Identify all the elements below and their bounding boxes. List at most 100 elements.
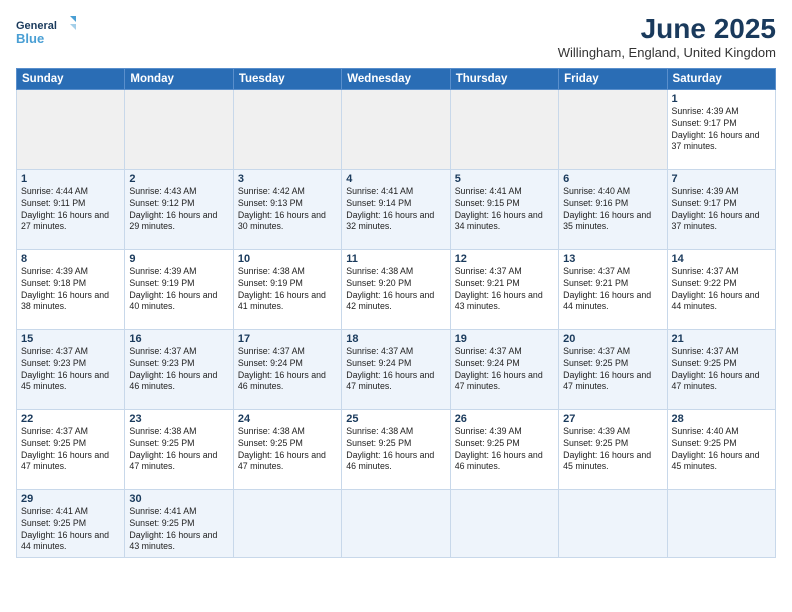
- day-info: Sunrise: 4:37 AMSunset: 9:25 PMDaylight:…: [672, 346, 771, 394]
- table-row: 24Sunrise: 4:38 AMSunset: 9:25 PMDayligh…: [233, 409, 341, 489]
- day-number: 25: [346, 413, 445, 425]
- day-info: Sunrise: 4:44 AMSunset: 9:11 PMDaylight:…: [21, 186, 120, 234]
- table-row: [450, 489, 558, 557]
- table-row: [233, 489, 341, 557]
- table-row: 7Sunrise: 4:39 AMSunset: 9:17 PMDaylight…: [667, 169, 775, 249]
- day-number: 10: [238, 253, 337, 265]
- table-row: 3Sunrise: 4:42 AMSunset: 9:13 PMDaylight…: [233, 169, 341, 249]
- table-row: 29Sunrise: 4:41 AMSunset: 9:25 PMDayligh…: [17, 489, 125, 557]
- day-number: 13: [563, 253, 662, 265]
- logo: General Blue: [16, 14, 76, 50]
- table-row: [667, 489, 775, 557]
- day-info: Sunrise: 4:37 AMSunset: 9:24 PMDaylight:…: [455, 346, 554, 394]
- calendar-week-row: 22Sunrise: 4:37 AMSunset: 9:25 PMDayligh…: [17, 409, 776, 489]
- table-row: [559, 489, 667, 557]
- table-row: 4Sunrise: 4:41 AMSunset: 9:14 PMDaylight…: [342, 169, 450, 249]
- day-number: 20: [563, 333, 662, 345]
- day-info: Sunrise: 4:38 AMSunset: 9:25 PMDaylight:…: [238, 426, 337, 474]
- month-year: June 2025: [558, 14, 776, 45]
- day-number: 2: [129, 173, 228, 185]
- table-row: 12Sunrise: 4:37 AMSunset: 9:21 PMDayligh…: [450, 249, 558, 329]
- day-info: Sunrise: 4:38 AMSunset: 9:25 PMDaylight:…: [346, 426, 445, 474]
- table-row: 1Sunrise: 4:39 AMSunset: 9:17 PMDaylight…: [667, 89, 775, 169]
- day-info: Sunrise: 4:39 AMSunset: 9:17 PMDaylight:…: [672, 106, 771, 154]
- calendar-week-row: 8Sunrise: 4:39 AMSunset: 9:18 PMDaylight…: [17, 249, 776, 329]
- day-info: Sunrise: 4:41 AMSunset: 9:14 PMDaylight:…: [346, 186, 445, 234]
- table-row: [17, 89, 125, 169]
- table-row: 23Sunrise: 4:38 AMSunset: 9:25 PMDayligh…: [125, 409, 233, 489]
- day-info: Sunrise: 4:37 AMSunset: 9:23 PMDaylight:…: [21, 346, 120, 394]
- table-row: [342, 89, 450, 169]
- day-number: 16: [129, 333, 228, 345]
- header: General Blue June 2025 Willingham, Engla…: [16, 14, 776, 60]
- page: General Blue June 2025 Willingham, Engla…: [0, 0, 792, 612]
- calendar-table: Sunday Monday Tuesday Wednesday Thursday…: [16, 68, 776, 558]
- day-info: Sunrise: 4:38 AMSunset: 9:19 PMDaylight:…: [238, 266, 337, 314]
- day-number: 22: [21, 413, 120, 425]
- day-number: 5: [455, 173, 554, 185]
- table-row: 9Sunrise: 4:39 AMSunset: 9:19 PMDaylight…: [125, 249, 233, 329]
- table-row: [450, 89, 558, 169]
- day-number: 28: [672, 413, 771, 425]
- day-info: Sunrise: 4:37 AMSunset: 9:23 PMDaylight:…: [129, 346, 228, 394]
- day-number: 9: [129, 253, 228, 265]
- table-row: 26Sunrise: 4:39 AMSunset: 9:25 PMDayligh…: [450, 409, 558, 489]
- day-number: 23: [129, 413, 228, 425]
- day-info: Sunrise: 4:41 AMSunset: 9:25 PMDaylight:…: [129, 506, 228, 554]
- day-number: 11: [346, 253, 445, 265]
- day-number: 27: [563, 413, 662, 425]
- table-row: 8Sunrise: 4:39 AMSunset: 9:18 PMDaylight…: [17, 249, 125, 329]
- calendar-week-row: 29 Sunrise: 4:41 AMSunset: 9:25 PMDayligh…: [17, 489, 776, 557]
- day-info: Sunrise: 4:42 AMSunset: 9:13 PMDaylight:…: [238, 186, 337, 234]
- day-info: Sunrise: 4:37 AMSunset: 9:25 PMDaylight:…: [21, 426, 120, 474]
- location: Willingham, England, United Kingdom: [558, 45, 776, 60]
- calendar-week-row: 1Sunrise: 4:39 AMSunset: 9:17 PMDaylight…: [17, 89, 776, 169]
- day-number: 3: [238, 173, 337, 185]
- day-info: Sunrise: 4:37 AMSunset: 9:21 PMDaylight:…: [455, 266, 554, 314]
- day-number: 7: [672, 173, 771, 185]
- table-row: 1Sunrise: 4:44 AMSunset: 9:11 PMDaylight…: [17, 169, 125, 249]
- day-info: Sunrise: 4:43 AMSunset: 9:12 PMDaylight:…: [129, 186, 228, 234]
- col-sunday: Sunday: [17, 68, 125, 89]
- day-number: 1: [672, 93, 771, 105]
- table-row: [233, 89, 341, 169]
- table-row: 5Sunrise: 4:41 AMSunset: 9:15 PMDaylight…: [450, 169, 558, 249]
- day-number: 21: [672, 333, 771, 345]
- table-row: 16Sunrise: 4:37 AMSunset: 9:23 PMDayligh…: [125, 329, 233, 409]
- day-number: 19: [455, 333, 554, 345]
- logo-svg: General Blue: [16, 14, 76, 50]
- table-row: 13Sunrise: 4:37 AMSunset: 9:21 PMDayligh…: [559, 249, 667, 329]
- day-number: 24: [238, 413, 337, 425]
- day-number: 26: [455, 413, 554, 425]
- day-number: 1: [21, 173, 120, 185]
- svg-text:Blue: Blue: [16, 31, 44, 46]
- day-info: Sunrise: 4:39 AMSunset: 9:19 PMDaylight:…: [129, 266, 228, 314]
- day-number: 8: [21, 253, 120, 265]
- col-saturday: Saturday: [667, 68, 775, 89]
- day-number: 29: [21, 493, 120, 505]
- day-info: Sunrise: 4:40 AMSunset: 9:25 PMDaylight:…: [672, 426, 771, 474]
- day-number: 14: [672, 253, 771, 265]
- col-monday: Monday: [125, 68, 233, 89]
- day-info: Sunrise: 4:39 AMSunset: 9:18 PMDaylight:…: [21, 266, 120, 314]
- day-info: Sunrise: 4:37 AMSunset: 9:25 PMDaylight:…: [563, 346, 662, 394]
- day-info: Sunrise: 4:39 AMSunset: 9:25 PMDaylight:…: [563, 426, 662, 474]
- day-info: Sunrise: 4:37 AMSunset: 9:24 PMDaylight:…: [346, 346, 445, 394]
- table-row: 11Sunrise: 4:38 AMSunset: 9:20 PMDayligh…: [342, 249, 450, 329]
- table-row: 21Sunrise: 4:37 AMSunset: 9:25 PMDayligh…: [667, 329, 775, 409]
- day-info: Sunrise: 4:40 AMSunset: 9:16 PMDaylight:…: [563, 186, 662, 234]
- day-info: Sunrise: 4:38 AMSunset: 9:20 PMDaylight:…: [346, 266, 445, 314]
- col-thursday: Thursday: [450, 68, 558, 89]
- table-row: 19Sunrise: 4:37 AMSunset: 9:24 PMDayligh…: [450, 329, 558, 409]
- calendar-week-row: 15Sunrise: 4:37 AMSunset: 9:23 PMDayligh…: [17, 329, 776, 409]
- col-wednesday: Wednesday: [342, 68, 450, 89]
- table-row: [559, 89, 667, 169]
- day-number: 17: [238, 333, 337, 345]
- day-number: 30: [129, 493, 228, 505]
- table-row: 6Sunrise: 4:40 AMSunset: 9:16 PMDaylight…: [559, 169, 667, 249]
- day-info: Sunrise: 4:39 AMSunset: 9:25 PMDaylight:…: [455, 426, 554, 474]
- table-row: 14Sunrise: 4:37 AMSunset: 9:22 PMDayligh…: [667, 249, 775, 329]
- day-number: 18: [346, 333, 445, 345]
- day-info: Sunrise: 4:37 AMSunset: 9:21 PMDaylight:…: [563, 266, 662, 314]
- col-friday: Friday: [559, 68, 667, 89]
